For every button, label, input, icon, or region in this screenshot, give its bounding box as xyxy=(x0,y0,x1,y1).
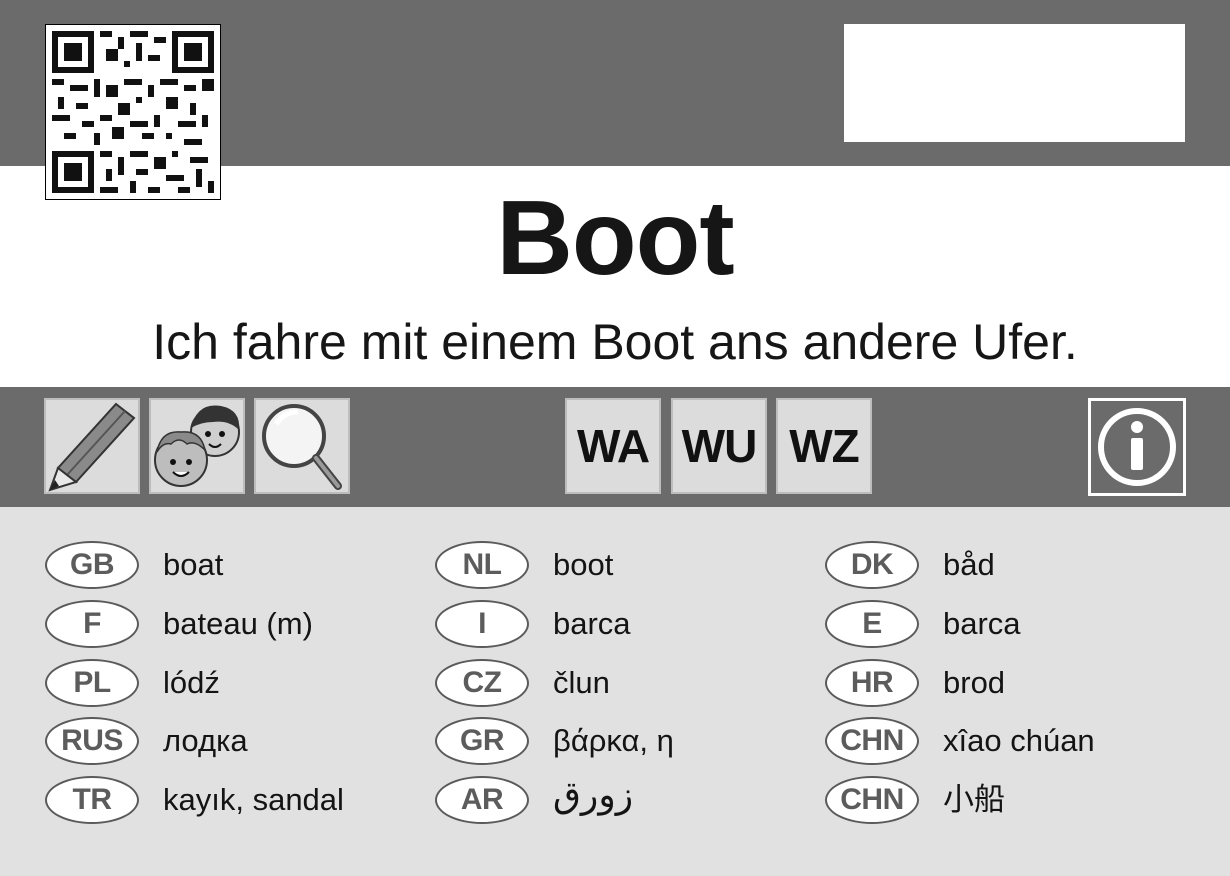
translation-word: лодка xyxy=(163,723,248,758)
language-badge: F xyxy=(45,600,139,648)
pencil-icon xyxy=(48,402,136,492)
magnifier-button[interactable] xyxy=(254,398,350,494)
language-badge: TR xyxy=(45,776,139,824)
translation-word: člun xyxy=(553,665,610,700)
translation-word: kayık, sandal xyxy=(163,782,344,817)
children-faces-icon xyxy=(154,405,240,487)
translation-word: xîao chúan xyxy=(943,723,1095,758)
translation-word: barca xyxy=(553,606,631,641)
info-button[interactable] xyxy=(1088,398,1186,496)
translation-word: båd xyxy=(943,547,995,582)
language-badge: GB xyxy=(45,541,139,589)
translation-word: 小船 xyxy=(943,782,1005,817)
translation-word: barca xyxy=(943,606,1021,641)
qr-code-icon[interactable] xyxy=(45,24,221,200)
language-badge: AR xyxy=(435,776,529,824)
language-badge: DK xyxy=(825,541,919,589)
translation-word: boat xyxy=(163,547,224,582)
card-title: Boot xyxy=(496,179,734,297)
info-icon xyxy=(1098,408,1176,486)
language-badge: E xyxy=(825,600,919,648)
translation-word: زورق xyxy=(553,774,634,815)
translation-word: βάρκα, η xyxy=(553,723,674,758)
language-badge: I xyxy=(435,600,529,648)
translation-word: brod xyxy=(943,665,1006,700)
children-button[interactable] xyxy=(149,398,245,494)
translation-word: bateau (m) xyxy=(163,606,313,641)
language-badge: CHN xyxy=(825,776,919,824)
translation-word: lódź xyxy=(163,665,220,700)
language-badge: NL xyxy=(435,541,529,589)
wu-button[interactable]: WU xyxy=(671,398,767,494)
pencil-button[interactable] xyxy=(44,398,140,494)
language-badge: RUS xyxy=(45,717,139,765)
language-badge: HR xyxy=(825,659,919,707)
name-box[interactable] xyxy=(844,24,1185,142)
wz-button[interactable]: WZ xyxy=(776,398,872,494)
wa-button[interactable]: WA xyxy=(565,398,661,494)
language-badge: PL xyxy=(45,659,139,707)
example-sentence: Ich fahre mit einem Boot ans andere Ufer… xyxy=(152,314,1078,370)
qr-code-graphic xyxy=(46,25,220,199)
translation-word: boot xyxy=(553,547,614,582)
language-badge: CHN xyxy=(825,717,919,765)
language-badge: CZ xyxy=(435,659,529,707)
magnifier-icon xyxy=(262,404,342,490)
language-badge: GR xyxy=(435,717,529,765)
